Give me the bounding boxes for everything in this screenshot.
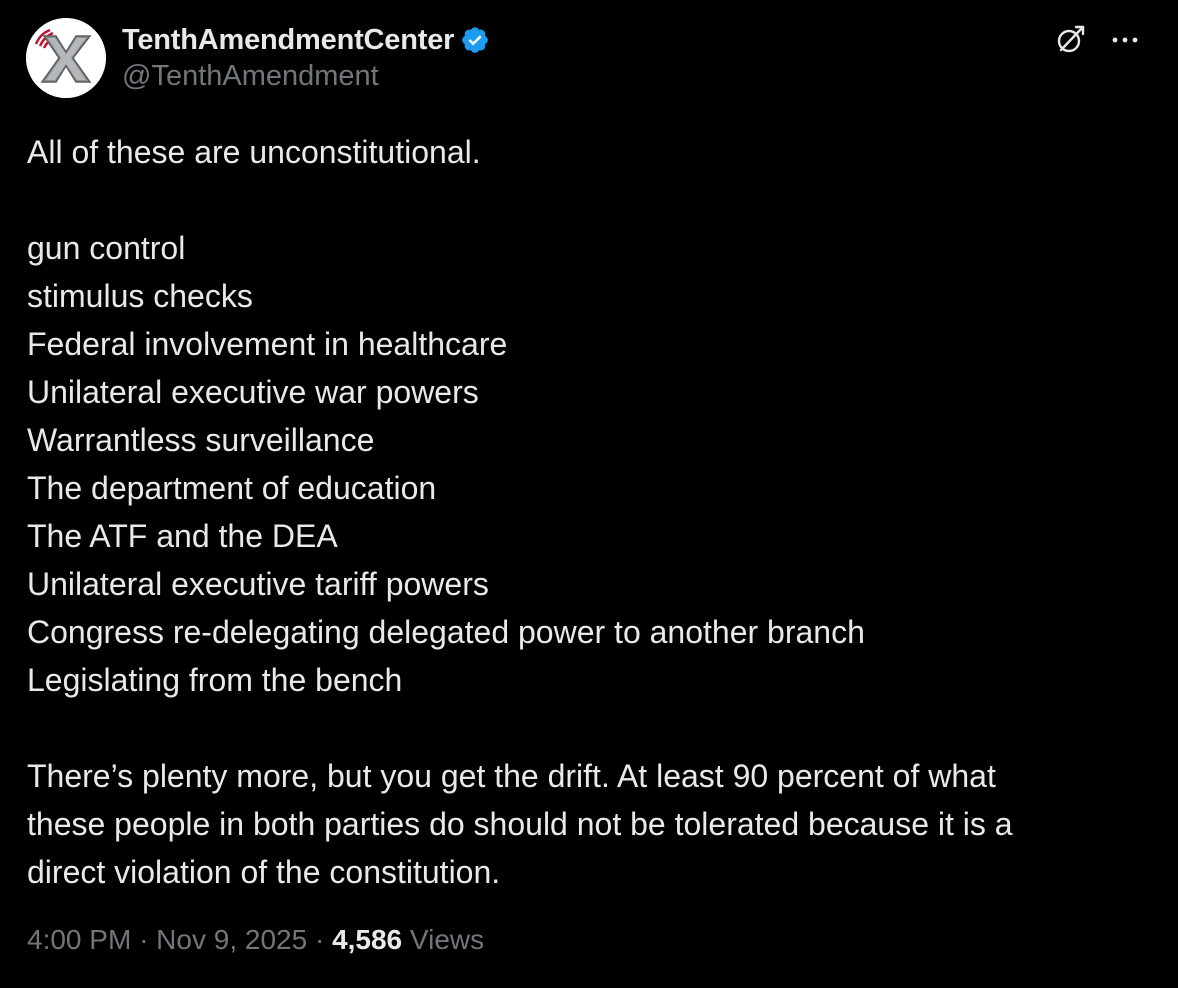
avatar[interactable] (26, 18, 106, 98)
author-handle[interactable]: @TenthAmendment (122, 60, 379, 93)
tweet-text: All of these are unconstitutional. gun c… (27, 128, 1147, 896)
list-item: gun control (27, 230, 186, 266)
tweet-closing: There’s plenty more, but you get the dri… (27, 752, 1147, 896)
closing-line: There’s plenty more, but you get the dri… (27, 758, 996, 794)
closing-line: direct violation of the constitution. (27, 854, 501, 890)
list-item: Unilateral executive war powers (27, 374, 479, 410)
list-item: The ATF and the DEA (27, 518, 338, 554)
tweet-meta: 4:00 PM · Nov 9, 2025 · 4,586 Views (27, 924, 484, 956)
list-item: Legislating from the bench (27, 662, 403, 698)
tenth-amendment-logo-icon (26, 18, 106, 98)
views-label: Views (409, 924, 485, 955)
list-item: Unilateral executive tariff powers (27, 566, 489, 602)
tweet-date[interactable]: Nov 9, 2025 (156, 924, 307, 955)
more-options-icon[interactable] (1110, 25, 1140, 55)
list-item: Warrantless surveillance (27, 422, 375, 458)
author-display-name[interactable]: TenthAmendmentCenter (122, 24, 454, 57)
author-name-row: TenthAmendmentCenter (122, 20, 490, 60)
meta-separator: · (139, 924, 149, 955)
tweet-card: TenthAmendmentCenter @TenthAmendment All… (0, 0, 1178, 988)
grok-icon[interactable] (1052, 22, 1088, 58)
tweet-time[interactable]: 4:00 PM (27, 924, 131, 955)
list-item: The department of education (27, 470, 437, 506)
meta-separator: · (314, 924, 325, 955)
tweet-intro: All of these are unconstitutional. (27, 134, 481, 170)
list-item: Congress re-delegating delegated power t… (27, 614, 865, 650)
verified-badge-icon[interactable] (460, 25, 490, 55)
list-item: Federal involvement in healthcare (27, 326, 508, 362)
list-item: stimulus checks (27, 278, 253, 314)
closing-line: these people in both parties do should n… (27, 806, 1013, 842)
views-count[interactable]: 4,586 (332, 924, 402, 955)
tweet-list: gun control stimulus checks Federal invo… (27, 224, 1147, 704)
tweet-top-actions (1052, 22, 1140, 58)
